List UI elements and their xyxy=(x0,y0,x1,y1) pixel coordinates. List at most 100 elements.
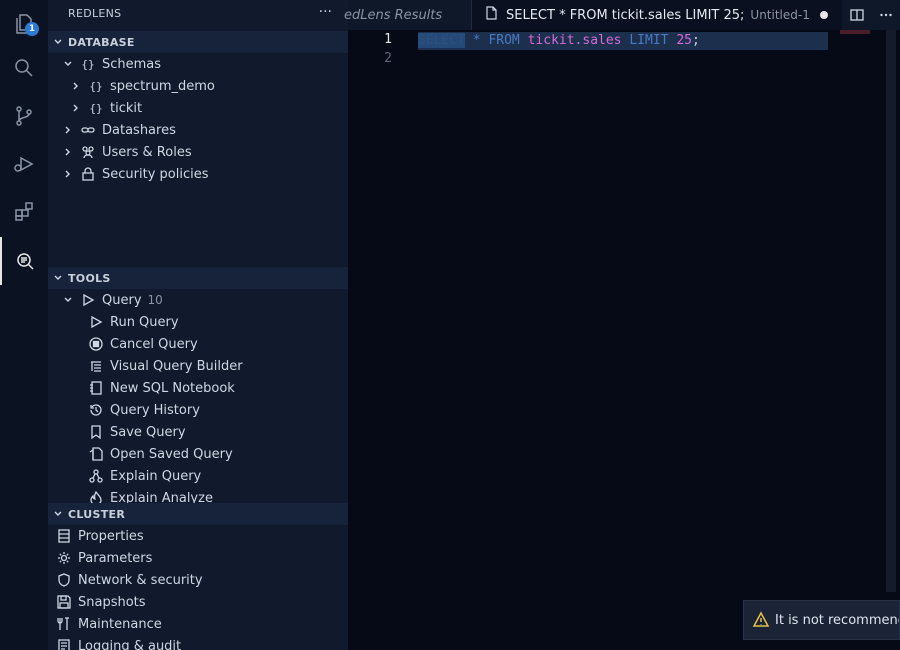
run-debug-icon xyxy=(14,156,34,172)
line-number: 2 xyxy=(384,51,392,66)
chevron-down-icon xyxy=(48,509,68,519)
tree-item-spectrum-demo[interactable]: {} spectrum_demo xyxy=(48,75,348,97)
tree-item-security-policies[interactable]: Security policies xyxy=(48,163,348,185)
tool-label: Run Query xyxy=(110,314,179,330)
explorer-badge: 1 xyxy=(25,22,39,36)
sidebar-title: REDLENS xyxy=(68,7,122,20)
cluster-section-header[interactable]: CLUSTER xyxy=(48,503,348,525)
tools-section-title: TOOLS xyxy=(68,271,111,285)
more-icon[interactable] xyxy=(879,8,893,22)
search-button[interactable] xyxy=(0,44,48,92)
braces-icon: {} xyxy=(89,101,103,115)
source-control-button[interactable] xyxy=(0,92,48,140)
cluster-item-label: Network & security xyxy=(78,572,203,588)
run-debug-button[interactable] xyxy=(0,140,48,188)
cluster-item-label: Maintenance xyxy=(78,616,162,632)
unsaved-dot-icon[interactable] xyxy=(819,11,828,19)
extensions-button[interactable] xyxy=(0,188,48,236)
tool-explain-query[interactable]: Explain Query xyxy=(48,465,348,487)
chevron-right-icon xyxy=(68,78,84,94)
play-icon xyxy=(88,314,104,330)
tool-query-history[interactable]: Query History xyxy=(48,399,348,421)
cluster-section-title: CLUSTER xyxy=(68,507,126,521)
open-file-icon xyxy=(88,446,104,462)
cluster-item-snapshots[interactable]: Snapshots xyxy=(48,591,348,613)
stop-circle-icon xyxy=(88,336,104,352)
tool-new-sql-notebook[interactable]: New SQL Notebook xyxy=(48,377,348,399)
cluster-item-logging-audit[interactable]: Logging & audit xyxy=(48,635,348,650)
tool-label: Cancel Query xyxy=(110,336,198,352)
cluster-item-label: Snapshots xyxy=(78,594,146,610)
tab-description: Untitled-1 xyxy=(750,8,810,22)
bookmark-icon xyxy=(88,424,104,440)
users-icon xyxy=(80,144,96,160)
redlens-button[interactable] xyxy=(0,237,48,285)
tree-item-label: Query xyxy=(102,292,142,308)
chevron-right-icon xyxy=(60,144,76,160)
notification-text: It is not recommended xyxy=(775,612,899,628)
tree-item-label: Users & Roles xyxy=(102,144,192,160)
tab-label: edLens Results xyxy=(344,7,443,23)
notebook-icon xyxy=(88,380,104,396)
split-editor-icon[interactable] xyxy=(849,8,864,22)
tree-item-users-roles[interactable]: Users & Roles xyxy=(48,141,348,163)
tool-label: Explain Query xyxy=(110,468,202,484)
limit-value: 25 xyxy=(676,33,692,48)
code-line[interactable]: SELECT * FROM tickit.sales LIMIT 25; xyxy=(418,32,828,50)
extensions-icon xyxy=(15,202,33,221)
minimap-marker xyxy=(840,30,870,34)
editor-actions xyxy=(842,0,900,30)
save-icon xyxy=(56,594,72,610)
redlens-icon xyxy=(17,253,34,270)
chevron-down-icon xyxy=(60,292,76,308)
line-number: 1 xyxy=(384,32,392,47)
tab-untitled-1[interactable]: SELECT * FROM tickit.sales LIMIT 25; Unt… xyxy=(472,0,842,30)
editor-tab-bar: edLens Results SELECT * FROM tickit.sale… xyxy=(344,0,900,30)
star-token: * xyxy=(472,33,481,48)
tool-visual-query-builder[interactable]: Visual Query Builder xyxy=(48,355,348,377)
warning-notification[interactable]: It is not recommended xyxy=(743,600,900,640)
lock-icon xyxy=(80,166,96,182)
warning-icon xyxy=(752,611,770,627)
cluster-item-network-security[interactable]: Network & security xyxy=(48,569,348,591)
tool-label: Save Query xyxy=(110,424,186,440)
tree-item-query[interactable]: Query 10 xyxy=(48,289,348,311)
history-icon xyxy=(88,402,104,418)
cluster-item-label: Properties xyxy=(78,528,144,544)
query-count: 10 xyxy=(147,293,163,307)
limit-keyword: LIMIT xyxy=(629,33,669,48)
graph-icon xyxy=(88,468,104,484)
gear-icon xyxy=(56,550,72,566)
search-icon xyxy=(15,59,33,77)
code-editor[interactable]: 1 2 SELECT * FROM tickit.sales LIMIT 25; xyxy=(348,30,900,650)
vertical-scrollbar[interactable] xyxy=(886,30,896,592)
table-identifier: tickit.sales xyxy=(527,33,622,48)
tree-item-schemas[interactable]: {} Schemas xyxy=(48,53,348,75)
chevron-down-icon xyxy=(48,37,68,47)
cluster-item-label: Parameters xyxy=(78,550,153,566)
select-keyword: SELECT xyxy=(418,33,465,48)
log-icon xyxy=(56,638,72,650)
tab-redlens-results[interactable]: edLens Results xyxy=(344,0,472,30)
cluster-item-maintenance[interactable]: Maintenance xyxy=(48,613,348,635)
tool-cancel-query[interactable]: Cancel Query xyxy=(48,333,348,355)
tool-run-query[interactable]: Run Query xyxy=(48,311,348,333)
tree-item-label: spectrum_demo xyxy=(110,78,215,94)
database-section-header[interactable]: DATABASE xyxy=(48,31,348,53)
tree-item-datashares[interactable]: Datashares xyxy=(48,119,348,141)
tool-save-query[interactable]: Save Query xyxy=(48,421,348,443)
shield-icon xyxy=(56,572,72,588)
cluster-item-label: Logging & audit xyxy=(78,638,182,650)
tree-item-tickit[interactable]: {} tickit xyxy=(48,97,348,119)
more-actions-button[interactable]: ··· xyxy=(319,4,332,20)
chevron-right-icon xyxy=(68,100,84,116)
tools-icon xyxy=(56,616,72,632)
tool-open-saved-query[interactable]: Open Saved Query xyxy=(48,443,348,465)
tool-label: New SQL Notebook xyxy=(110,380,235,396)
explorer-button[interactable]: 1 xyxy=(0,0,48,48)
tools-section-header[interactable]: TOOLS xyxy=(48,267,348,289)
cluster-item-parameters[interactable]: Parameters xyxy=(48,547,348,569)
cluster-item-properties[interactable]: Properties xyxy=(48,525,348,547)
chevron-down-icon xyxy=(48,273,68,283)
file-icon xyxy=(484,6,498,24)
